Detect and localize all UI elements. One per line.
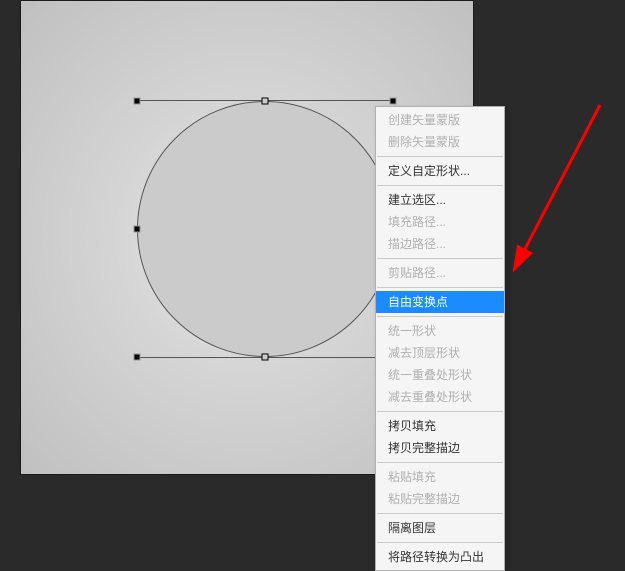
- handle-top-right[interactable]: [390, 98, 397, 105]
- menu-item-stroke-path: 描边路径...: [376, 233, 504, 255]
- menu-label: 定义自定形状...: [388, 164, 470, 178]
- selection-bounding-box: [137, 101, 393, 357]
- handle-middle-left[interactable]: [134, 226, 141, 233]
- menu-label: 将路径转换为凸出: [388, 550, 484, 564]
- handle-bottom-left[interactable]: [134, 354, 141, 361]
- menu-label: 建立选区...: [388, 193, 446, 207]
- menu-label: 减去重叠处形状: [388, 390, 472, 404]
- menu-label: 粘贴完整描边: [388, 492, 460, 506]
- menu-label: 减去顶层形状: [388, 346, 460, 360]
- menu-item-delete-vector-mask: 删除矢量蒙版: [376, 131, 504, 153]
- menu-item-clipping-path: 剪贴路径...: [376, 262, 504, 284]
- menu-separator: [377, 258, 503, 259]
- menu-item-copy-fill[interactable]: 拷贝填充: [376, 415, 504, 437]
- menu-label: 统一形状: [388, 324, 436, 338]
- circle-path-shape[interactable]: [137, 101, 393, 357]
- menu-label: 描边路径...: [388, 237, 446, 251]
- menu-item-convert-path-to-extrusion[interactable]: 将路径转换为凸出: [376, 546, 504, 568]
- menu-item-define-custom-shape[interactable]: 定义自定形状...: [376, 160, 504, 182]
- menu-separator: [377, 185, 503, 186]
- menu-item-fill-path: 填充路径...: [376, 211, 504, 233]
- menu-item-unite-shapes: 统一形状: [376, 320, 504, 342]
- menu-label: 粘贴填充: [388, 470, 436, 484]
- menu-item-make-selection[interactable]: 建立选区...: [376, 189, 504, 211]
- menu-item-paste-full-stroke: 粘贴完整描边: [376, 488, 504, 510]
- menu-separator: [377, 316, 503, 317]
- menu-separator: [377, 542, 503, 543]
- menu-item-unite-overlap: 统一重叠处形状: [376, 364, 504, 386]
- handle-bottom-middle[interactable]: [262, 354, 269, 361]
- menu-separator: [377, 156, 503, 157]
- menu-item-paste-fill: 粘贴填充: [376, 466, 504, 488]
- menu-label: 创建矢量蒙版: [388, 113, 460, 127]
- menu-label: 拷贝完整描边: [388, 441, 460, 455]
- menu-item-isolate-layers[interactable]: 隔离图层: [376, 517, 504, 539]
- menu-label: 隔离图层: [388, 521, 436, 535]
- menu-separator: [377, 411, 503, 412]
- menu-label: 自由变换点: [388, 295, 448, 309]
- menu-item-subtract-front-shape: 减去顶层形状: [376, 342, 504, 364]
- handle-top-left[interactable]: [134, 98, 141, 105]
- context-menu[interactable]: 创建矢量蒙版 删除矢量蒙版 定义自定形状... 建立选区... 填充路径... …: [375, 106, 505, 571]
- menu-separator: [377, 513, 503, 514]
- menu-item-copy-full-stroke[interactable]: 拷贝完整描边: [376, 437, 504, 459]
- menu-item-free-transform-points[interactable]: 自由变换点: [376, 291, 504, 313]
- menu-item-create-vector-mask: 创建矢量蒙版: [376, 109, 504, 131]
- menu-label: 剪贴路径...: [388, 266, 446, 280]
- menu-label: 统一重叠处形状: [388, 368, 472, 382]
- menu-label: 填充路径...: [388, 215, 446, 229]
- handle-top-middle[interactable]: [262, 98, 269, 105]
- menu-label: 拷贝填充: [388, 419, 436, 433]
- menu-item-subtract-overlap: 减去重叠处形状: [376, 386, 504, 408]
- menu-separator: [377, 462, 503, 463]
- menu-label: 删除矢量蒙版: [388, 135, 460, 149]
- menu-separator: [377, 287, 503, 288]
